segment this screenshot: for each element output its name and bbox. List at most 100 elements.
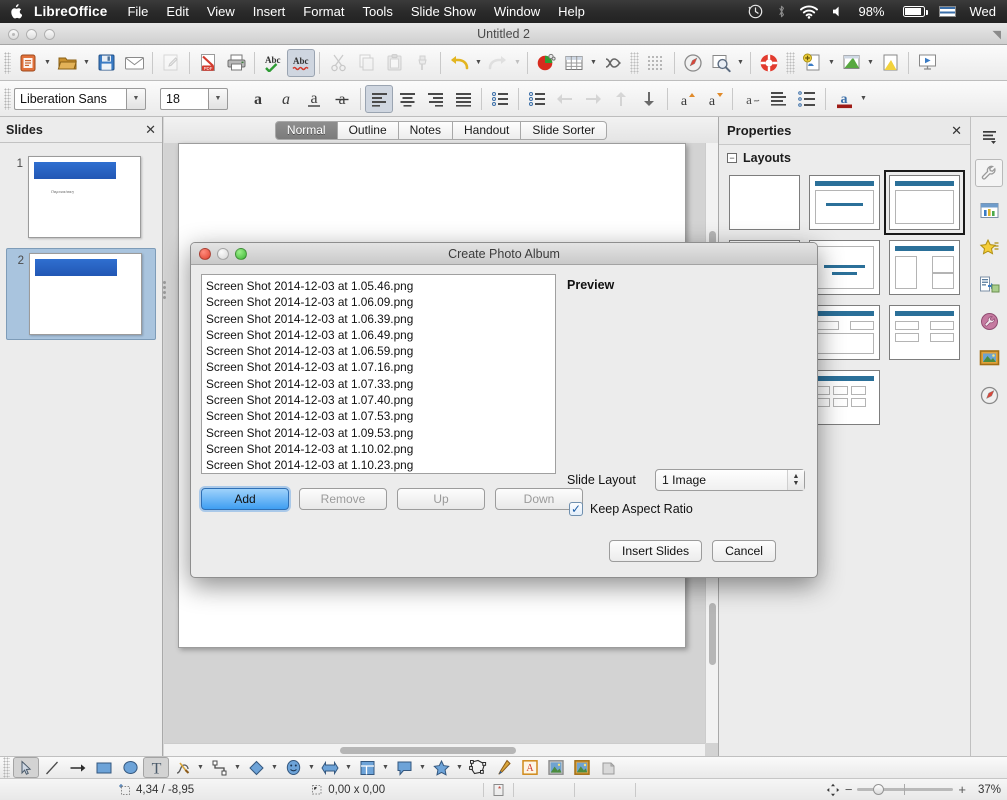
fit-slide-icon[interactable]: [826, 783, 840, 797]
layout-blank-slide[interactable]: [729, 175, 800, 230]
italic-button[interactable]: a: [272, 85, 300, 113]
window-controls[interactable]: [8, 29, 55, 40]
block-arrows-dropdown[interactable]: ▼: [343, 757, 354, 778]
list-item[interactable]: Screen Shot 2014-12-03 at 1.06.39.png: [202, 311, 555, 327]
dialog-minimize-button[interactable]: [217, 248, 229, 260]
navigator-icon[interactable]: [975, 381, 1003, 409]
edit-document-button[interactable]: [157, 49, 185, 77]
redo-dropdown[interactable]: ▼: [512, 49, 523, 77]
cancel-button[interactable]: Cancel: [712, 540, 776, 562]
points-tool-button[interactable]: [465, 757, 491, 778]
master-slides-icon[interactable]: [975, 196, 1003, 224]
photo-album-file-list[interactable]: Screen Shot 2014-12-03 at 1.05.46.png Sc…: [201, 274, 556, 474]
layout-centered-text[interactable]: [809, 240, 880, 295]
open-document-button[interactable]: [53, 49, 81, 77]
properties-wrench-icon[interactable]: [975, 159, 1003, 187]
save-document-button[interactable]: [92, 49, 120, 77]
tab-handout[interactable]: Handout: [452, 120, 522, 140]
list-item[interactable]: Screen Shot 2014-12-03 at 1.06.49.png: [202, 327, 555, 343]
font-name-input[interactable]: [14, 87, 126, 110]
line-spacing-button[interactable]: [793, 85, 821, 113]
paragraph-button[interactable]: [765, 85, 793, 113]
list-item[interactable]: Screen Shot 2014-12-03 at 1.07.40.png: [202, 392, 555, 408]
tab-outline[interactable]: Outline: [337, 120, 399, 140]
start-slideshow-button[interactable]: [913, 49, 941, 77]
copy-button[interactable]: [352, 49, 380, 77]
toolbar-grip[interactable]: [4, 87, 11, 110]
vertical-scroll-thumb-secondary[interactable]: [709, 603, 716, 665]
ellipse-tool-button[interactable]: [117, 757, 143, 778]
insert-chart-button[interactable]: [532, 49, 560, 77]
new-slide-button[interactable]: [798, 49, 826, 77]
tab-notes[interactable]: Notes: [398, 120, 453, 140]
tab-normal[interactable]: Normal: [274, 120, 338, 140]
zoom-out-button[interactable]: −: [845, 782, 853, 797]
justified-button[interactable]: [449, 85, 477, 113]
insert-image-tool-button[interactable]: [543, 757, 569, 778]
close-icon[interactable]: ✕: [145, 122, 156, 138]
character-button[interactable]: a: [737, 85, 765, 113]
slide-preview[interactable]: [29, 253, 142, 335]
move-down-button[interactable]: [635, 85, 663, 113]
font-color-dropdown[interactable]: ▼: [858, 85, 869, 113]
bold-button[interactable]: a: [244, 85, 272, 113]
layout-two-content[interactable]: [889, 240, 960, 295]
list-item[interactable]: Screen Shot 2014-12-03 at 1.06.59.png: [202, 343, 555, 359]
resize-grip-icon[interactable]: ◥: [993, 28, 1001, 41]
font-size-dropdown-icon[interactable]: ▼: [208, 87, 228, 110]
gallery-tool-button[interactable]: [569, 757, 595, 778]
slide-layout-dropdown[interactable]: ▼: [865, 49, 876, 77]
bullets-button[interactable]: [486, 85, 514, 113]
clone-formatting-button[interactable]: [408, 49, 436, 77]
line-tool-button[interactable]: [39, 757, 65, 778]
list-item[interactable]: Screen Shot 2014-12-03 at 1.10.02.png: [202, 441, 555, 457]
undo-button[interactable]: [445, 49, 473, 77]
insert-hyperlink-button[interactable]: [679, 49, 707, 77]
layout-title-six-content[interactable]: [809, 370, 880, 425]
list-item[interactable]: Screen Shot 2014-12-03 at 1.07.33.png: [202, 376, 555, 392]
layout-title-two-over-one[interactable]: [809, 305, 880, 360]
zoom-control[interactable]: − + 37%: [826, 782, 1007, 797]
font-name-dropdown-icon[interactable]: ▼: [126, 87, 146, 110]
demote-button[interactable]: [579, 85, 607, 113]
slide-layout-stepper[interactable]: ▲ ▼: [787, 470, 804, 490]
list-item[interactable]: Screen Shot 2014-12-03 at 1.07.16.png: [202, 359, 555, 375]
toolbar-grip[interactable]: [3, 756, 10, 779]
align-left-button[interactable]: [365, 84, 393, 113]
new-document-dropdown[interactable]: ▼: [42, 49, 53, 77]
menu-edit[interactable]: Edit: [157, 4, 197, 19]
time-machine-icon[interactable]: [741, 4, 770, 19]
insert-special-char-button[interactable]: [599, 49, 627, 77]
promote-button[interactable]: [551, 85, 579, 113]
slide-thumbnail-1[interactable]: 1 Παρουσίαση: [6, 152, 156, 242]
layout-title-four-content[interactable]: [889, 305, 960, 360]
layout-title-content-block[interactable]: [884, 170, 965, 235]
slides-list[interactable]: 1 Παρουσίαση 2: [0, 144, 162, 756]
slide-preview[interactable]: Παρουσίαση: [28, 156, 141, 238]
curve-tool-dropdown[interactable]: ▼: [195, 757, 206, 778]
zoom-slider[interactable]: [857, 784, 954, 795]
strikethrough-button[interactable]: a: [328, 85, 356, 113]
close-icon[interactable]: ✕: [951, 123, 962, 139]
minus-box-icon[interactable]: −: [727, 153, 737, 163]
custom-animation-icon[interactable]: [975, 307, 1003, 335]
clock-text[interactable]: Wed: [963, 4, 1004, 19]
dialog-zoom-button[interactable]: [235, 248, 247, 260]
dialog-close-button[interactable]: [199, 248, 211, 260]
stars-dropdown[interactable]: ▼: [454, 757, 465, 778]
bullets-list-button[interactable]: [523, 85, 551, 113]
font-size-input[interactable]: [160, 87, 208, 110]
print-document-button[interactable]: [222, 49, 250, 77]
list-item[interactable]: Screen Shot 2014-12-03 at 1.05.46.png: [202, 278, 555, 294]
panel-splitter-handle[interactable]: [158, 270, 170, 310]
toolbar-grip[interactable]: [4, 51, 11, 74]
font-name-combo[interactable]: ▼: [14, 87, 146, 110]
zoom-window-button[interactable]: [44, 29, 55, 40]
menu-insert[interactable]: Insert: [244, 4, 295, 19]
flowchart-tool-button[interactable]: [354, 757, 380, 778]
insert-slides-button[interactable]: Insert Slides: [609, 540, 703, 562]
flowchart-dropdown[interactable]: ▼: [380, 757, 391, 778]
autospellcheck-button[interactable]: Abc: [287, 48, 315, 77]
menu-format[interactable]: Format: [294, 4, 353, 19]
underline-button[interactable]: a: [300, 85, 328, 113]
